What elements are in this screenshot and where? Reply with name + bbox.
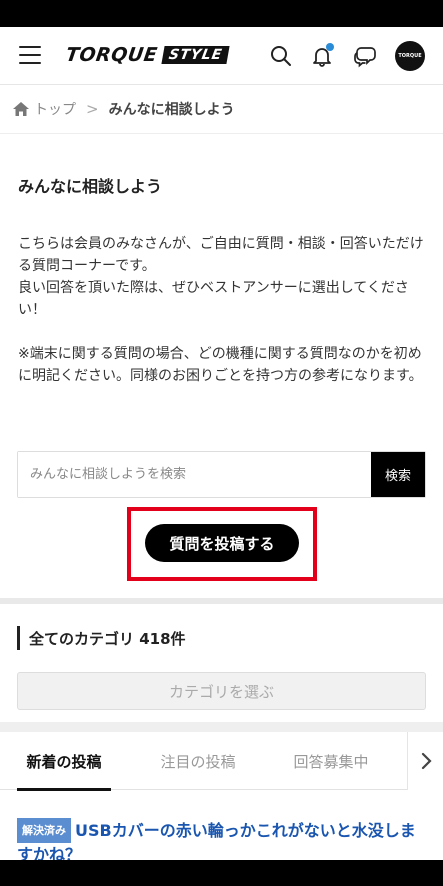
home-icon[interactable]: [12, 101, 30, 117]
avatar[interactable]: TORQUE: [395, 41, 425, 71]
description: こちらは会員のみなさんが、ご自由に質問・相談・回答いただける質問コーナーです。良…: [18, 233, 428, 409]
site-logo[interactable]: TORQUE STYLE: [64, 43, 231, 67]
bell-icon[interactable]: [307, 41, 337, 71]
avatar-text: TORQUE: [398, 53, 422, 59]
post-tabs: 新着の投稿 注目の投稿 回答募集中: [0, 732, 443, 791]
menu-icon[interactable]: [19, 46, 41, 66]
chevron-right-icon[interactable]: [407, 732, 443, 790]
site-header: TORQUE STYLE TORQUE: [0, 27, 443, 85]
description-text-2: ※端末に関する質問の場合、どの機種に関する質問なのかを初めに明記ください。同様の…: [18, 346, 423, 384]
bottom-bar: [0, 860, 443, 886]
search-icon[interactable]: [266, 41, 296, 71]
post-question-button[interactable]: 質問を投稿する: [145, 524, 299, 562]
search-bar: 検索: [17, 451, 426, 498]
logo-main: TORQUE: [64, 44, 159, 66]
notification-dot: [326, 43, 334, 51]
breadcrumb-separator: >: [86, 100, 99, 118]
chat-icon[interactable]: [350, 41, 380, 71]
desc1: こちらは会員のみなさんが、ご自由に質問・相談・回答いただける質問コーナーです。: [18, 236, 424, 274]
post-title[interactable]: USBカバーの赤い輪っかこれがないと水没しますかね？: [17, 821, 416, 864]
tab-new-posts[interactable]: 新着の投稿: [17, 732, 111, 791]
status-bar: [0, 0, 443, 27]
search-button[interactable]: 検索: [371, 452, 425, 497]
category-select[interactable]: カテゴリを選ぶ: [17, 672, 426, 710]
page-title: みんなに相談しよう: [18, 177, 163, 196]
category-heading: 全てのカテゴリ 418件: [17, 626, 186, 650]
status-badge: 解決済み: [17, 818, 71, 843]
section-divider: [0, 598, 443, 604]
tab-answers-wanted[interactable]: 回答募集中: [283, 732, 379, 790]
breadcrumb-home[interactable]: トップ: [34, 99, 76, 119]
desc2: 良い回答を頂いた際は、ぜひベストアンサーに選出してください！: [18, 280, 409, 318]
description-text-1: こちらは会員のみなさんが、ご自由に質問・相談・回答いただける質問コーナーです。良…: [18, 233, 428, 321]
search-input[interactable]: [18, 452, 371, 497]
list-item[interactable]: 解決済み USBカバーの赤い輪っかこれがないと水没しますかね？: [17, 818, 427, 866]
breadcrumb: トップ > みんなに相談しよう: [12, 98, 235, 120]
logo-sub: STYLE: [161, 46, 231, 64]
tab-featured-posts[interactable]: 注目の投稿: [150, 732, 246, 790]
breadcrumb-current: みんなに相談しよう: [108, 102, 235, 118]
section-divider-2: [0, 722, 443, 732]
